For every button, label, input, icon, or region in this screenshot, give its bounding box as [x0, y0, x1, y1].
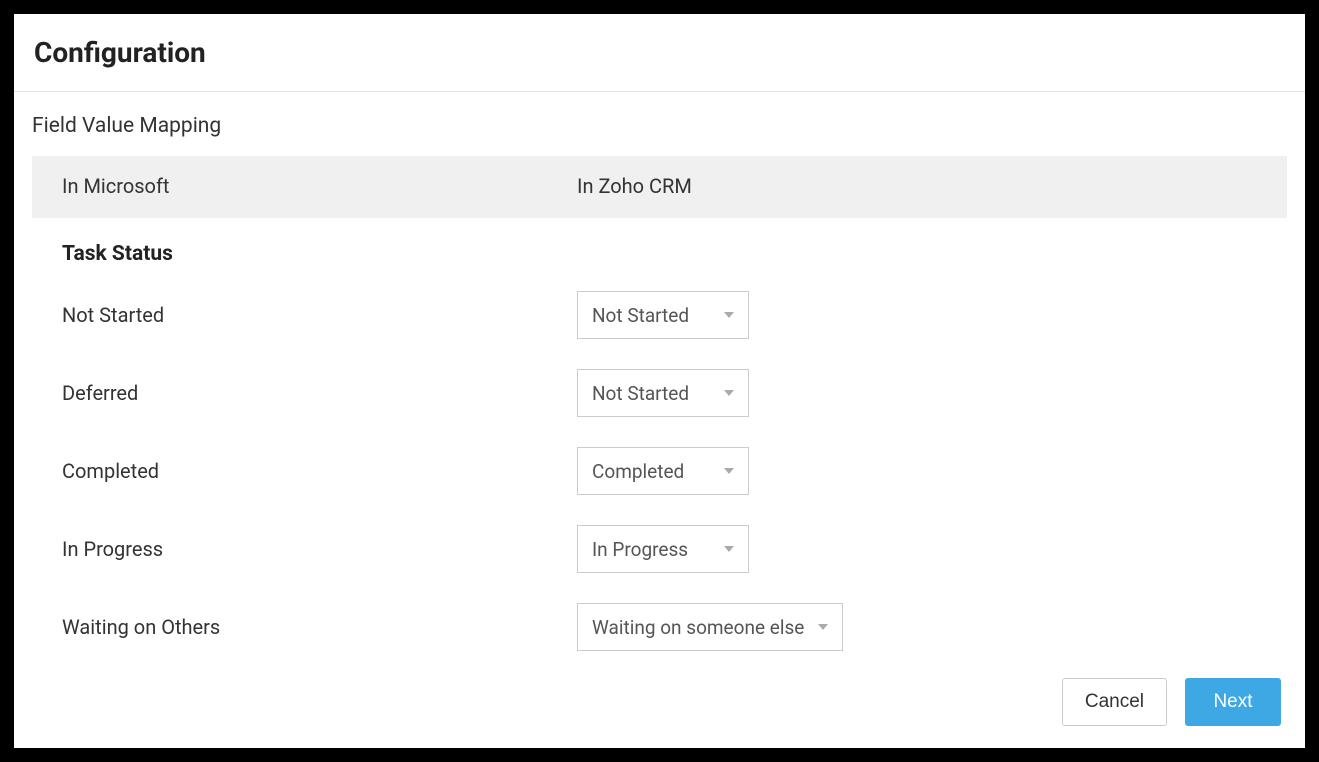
cancel-button[interactable]: Cancel [1062, 678, 1167, 726]
dialog-body: Field Value Mapping In Microsoft In Zoho… [14, 92, 1305, 659]
select-value: Completed [592, 460, 684, 483]
mapping-row: Waiting on Others Waiting on someone els… [32, 588, 1287, 659]
source-value-label: Deferred [62, 381, 577, 405]
configuration-dialog: Configuration Field Value Mapping In Mic… [14, 14, 1305, 748]
mapping-row: Completed Completed [32, 432, 1287, 510]
target-value-select[interactable]: Waiting on someone else [577, 603, 843, 651]
section-title: Field Value Mapping [32, 114, 1287, 138]
next-button[interactable]: Next [1185, 678, 1281, 726]
select-value: Waiting on someone else [592, 616, 804, 639]
chevron-down-icon [724, 312, 734, 318]
mapping-row: Deferred Not Started [32, 354, 1287, 432]
column-header-zoho: In Zoho CRM [577, 174, 1257, 198]
target-value-select[interactable]: Not Started [577, 369, 749, 417]
chevron-down-icon [818, 624, 828, 630]
source-value-label: In Progress [62, 537, 577, 561]
dialog-footer: Cancel Next [14, 659, 1305, 748]
group-label-task-status: Task Status [32, 218, 1287, 276]
source-value-label: Waiting on Others [62, 615, 577, 639]
select-value: Not Started [592, 382, 689, 405]
chevron-down-icon [724, 546, 734, 552]
field-value-mapping-table: In Microsoft In Zoho CRM Task Status Not… [32, 156, 1287, 659]
mapping-row: Not Started Not Started [32, 276, 1287, 354]
select-value: In Progress [592, 538, 688, 561]
dialog-header: Configuration [14, 14, 1305, 92]
target-value-select[interactable]: Not Started [577, 291, 749, 339]
source-value-label: Not Started [62, 303, 577, 327]
dialog-title: Configuration [34, 36, 1285, 69]
select-value: Not Started [592, 304, 689, 327]
chevron-down-icon [724, 468, 734, 474]
chevron-down-icon [724, 390, 734, 396]
source-value-label: Completed [62, 459, 577, 483]
mapping-row: In Progress In Progress [32, 510, 1287, 588]
column-header-microsoft: In Microsoft [62, 174, 577, 198]
target-value-select[interactable]: In Progress [577, 525, 749, 573]
target-value-select[interactable]: Completed [577, 447, 749, 495]
mapping-table-header: In Microsoft In Zoho CRM [32, 156, 1287, 218]
